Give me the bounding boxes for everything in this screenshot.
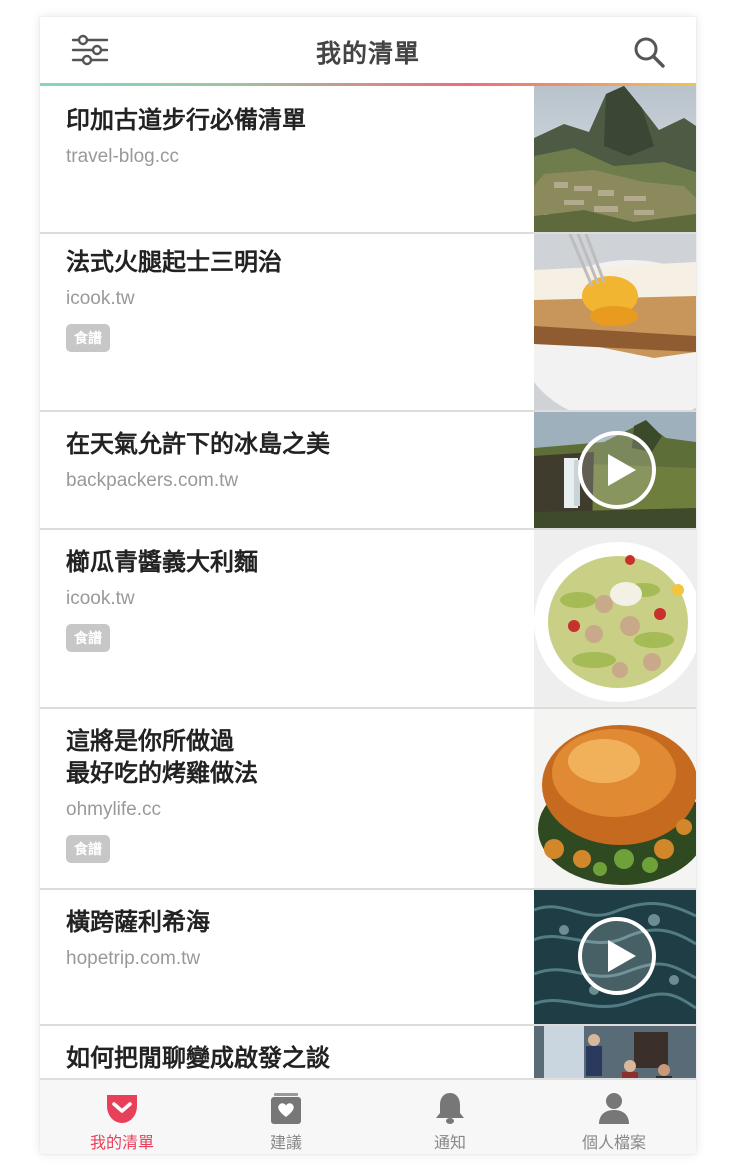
ocean-waves-photo — [534, 890, 696, 1024]
item-title: 法式火腿起士三明治 — [66, 248, 282, 276]
recipe-tag[interactable]: 食譜 — [66, 624, 110, 652]
item-source: icook.tw — [66, 288, 135, 309]
bottom-tab-bar: 我的清單 建議 通知 個人檔案 — [40, 1078, 696, 1154]
zucchini-pasta-photo — [534, 530, 696, 707]
app-header: 我的清單 — [40, 17, 696, 83]
croque-madame-photo — [534, 234, 696, 410]
person-icon — [599, 1093, 629, 1124]
cafe-people-photo — [534, 1026, 696, 1078]
item-title: 在天氣允許下的冰島之美 — [66, 430, 330, 458]
item-source: ohmylife.cc — [66, 799, 162, 820]
list-item[interactable]: 印加古道步行必備清單 travel-blog.cc — [40, 86, 696, 234]
play-icon[interactable] — [577, 916, 657, 996]
item-title: 橫跨薩利希海 — [66, 908, 210, 936]
item-source: backpackers.com.tw — [66, 470, 239, 491]
search-icon — [634, 37, 665, 68]
iceland-waterfall-photo — [534, 412, 696, 528]
app-screen: 我的清單 印加古道步行必備清單 travel-blog.cc 法式火腿起士三明治… — [40, 17, 696, 1154]
article-list: 印加古道步行必備清單 travel-blog.cc 法式火腿起士三明治 icoo… — [40, 86, 696, 1078]
item-title: 印加古道步行必備清單 — [66, 106, 306, 134]
heart-card-icon — [271, 1093, 301, 1124]
tab-notifications[interactable]: 通知 — [368, 1080, 532, 1154]
mountain-ruins-photo — [534, 86, 696, 232]
list-item[interactable]: 櫛瓜青醬義大利麵 icook.tw 食譜 — [40, 530, 696, 709]
search-button[interactable] — [632, 35, 666, 69]
bell-icon — [436, 1093, 464, 1124]
play-icon[interactable] — [577, 430, 657, 510]
tab-label: 我的清單 — [89, 1133, 154, 1152]
recipe-tag[interactable]: 食譜 — [66, 324, 110, 352]
list-item[interactable]: 法式火腿起士三明治 icook.tw 食譜 — [40, 234, 696, 412]
list-item[interactable]: 在天氣允許下的冰島之美 backpackers.com.tw — [40, 412, 696, 530]
list-item[interactable]: 這將是你所做過 最好吃的烤雞做法 ohmylife.cc 食譜 — [40, 709, 696, 890]
tab-label: 建議 — [269, 1133, 302, 1152]
item-title-line-2: 最好吃的烤雞做法 — [66, 759, 258, 787]
roast-chicken-photo — [534, 709, 696, 888]
item-title: 這將是你所做過 — [66, 727, 234, 755]
item-title: 櫛瓜青醬義大利麵 — [66, 548, 258, 576]
recipe-tag[interactable]: 食譜 — [66, 835, 110, 863]
tab-profile[interactable]: 個人檔案 — [532, 1080, 696, 1154]
tab-label: 通知 — [433, 1133, 466, 1152]
list-item[interactable]: 橫跨薩利希海 hopetrip.com.tw — [40, 890, 696, 1026]
item-source: icook.tw — [66, 588, 135, 609]
item-title: 如何把閒聊變成啟發之談 — [66, 1044, 330, 1072]
pocket-icon — [107, 1095, 137, 1123]
item-source: hopetrip.com.tw — [66, 948, 201, 969]
page-title: 我的清單 — [315, 39, 420, 68]
item-source: travel-blog.cc — [66, 146, 179, 167]
tab-suggestions[interactable]: 建議 — [204, 1080, 368, 1154]
tab-label: 個人檔案 — [581, 1133, 646, 1152]
list-item[interactable]: 如何把閒聊變成啟發之談 — [40, 1026, 696, 1078]
tab-my-list[interactable]: 我的清單 — [40, 1080, 204, 1154]
